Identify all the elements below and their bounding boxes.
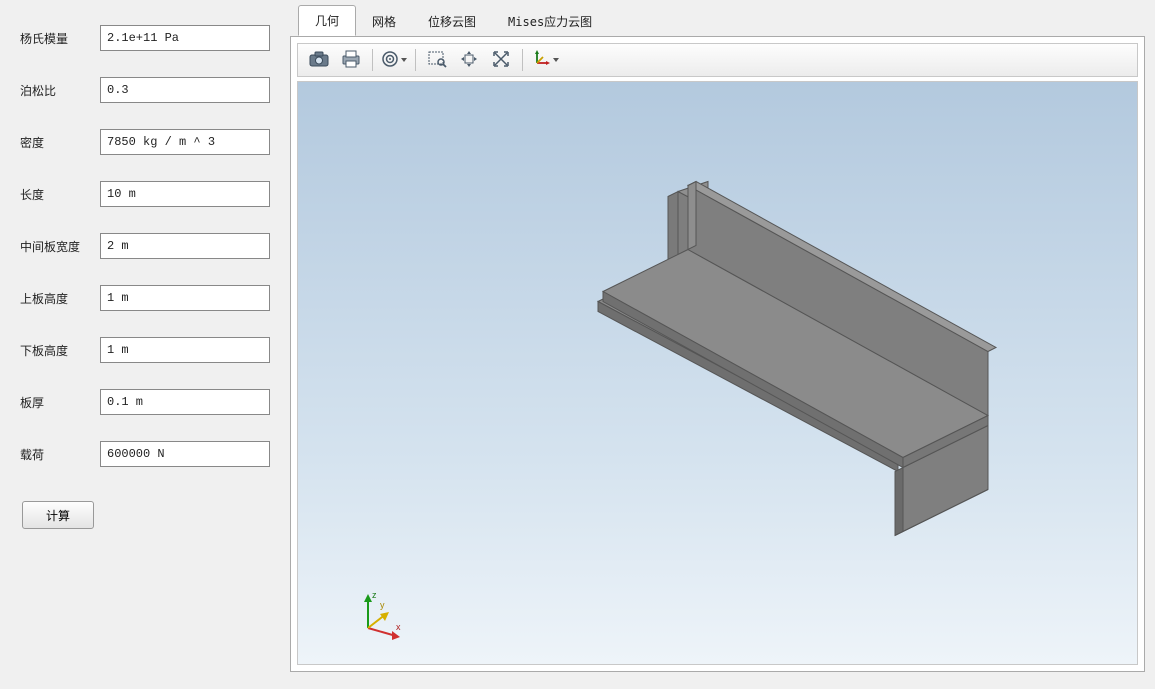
input-youngs-modulus[interactable] — [100, 25, 270, 51]
main-panel: 几何 网格 位移云图 Mises应力云图 — [290, 0, 1155, 689]
axis-x-label: x — [396, 622, 401, 632]
chevron-down-icon — [553, 58, 559, 62]
axes-dropdown[interactable] — [529, 47, 561, 73]
label-mid-plate-width: 中间板宽度 — [20, 238, 100, 255]
axis-triad: z x y — [348, 584, 398, 634]
input-load[interactable] — [100, 441, 270, 467]
snapshot-button[interactable] — [304, 47, 334, 73]
axis-z-label: z — [372, 590, 377, 600]
camera-icon — [309, 51, 329, 70]
tab-mises[interactable]: Mises应力云图 — [492, 7, 608, 36]
field-density: 密度 — [20, 129, 270, 155]
toolbar-separator — [372, 49, 373, 71]
tab-mesh[interactable]: 网格 — [356, 7, 412, 36]
zoom-window-button[interactable] — [422, 47, 452, 73]
toolbar-separator — [522, 49, 523, 71]
geometry-viewport[interactable]: z x y — [297, 81, 1138, 665]
reset-view-dropdown[interactable] — [379, 47, 409, 73]
label-top-plate-height: 上板高度 — [20, 290, 100, 307]
tabbar: 几何 网格 位移云图 Mises应力云图 — [290, 8, 1155, 36]
axes-icon — [531, 49, 551, 72]
label-density: 密度 — [20, 134, 100, 151]
z-beam-geometry — [438, 172, 998, 575]
pan-icon — [460, 50, 478, 71]
input-poisson-ratio[interactable] — [100, 77, 270, 103]
field-thickness: 板厚 — [20, 389, 270, 415]
viewport-frame: z x y — [290, 36, 1145, 672]
field-mid-plate-width: 中间板宽度 — [20, 233, 270, 259]
field-length: 长度 — [20, 181, 270, 207]
tab-displacement[interactable]: 位移云图 — [412, 7, 492, 36]
pan-button[interactable] — [454, 47, 484, 73]
print-button[interactable] — [336, 47, 366, 73]
chevron-down-icon — [401, 58, 407, 62]
axis-y-label: y — [380, 600, 385, 610]
label-load: 载荷 — [20, 446, 100, 463]
label-bottom-plate-height: 下板高度 — [20, 342, 100, 359]
field-load: 载荷 — [20, 441, 270, 467]
input-length[interactable] — [100, 181, 270, 207]
input-mid-plate-width[interactable] — [100, 233, 270, 259]
parameter-sidebar: 杨氏模量 泊松比 密度 长度 中间板宽度 上板高度 下板高度 板 — [0, 0, 290, 689]
zoom-window-icon — [427, 50, 447, 71]
toolbar-separator — [415, 49, 416, 71]
field-youngs-modulus: 杨氏模量 — [20, 25, 270, 51]
label-length: 长度 — [20, 186, 100, 203]
input-top-plate-height[interactable] — [100, 285, 270, 311]
field-bottom-plate-height: 下板高度 — [20, 337, 270, 363]
input-thickness[interactable] — [100, 389, 270, 415]
label-youngs-modulus: 杨氏模量 — [20, 30, 100, 47]
field-poisson-ratio: 泊松比 — [20, 77, 270, 103]
label-thickness: 板厚 — [20, 394, 100, 411]
target-icon — [381, 50, 399, 71]
tab-geometry[interactable]: 几何 — [298, 5, 356, 36]
input-density[interactable] — [100, 129, 270, 155]
field-top-plate-height: 上板高度 — [20, 285, 270, 311]
zoom-extents-icon — [492, 50, 510, 71]
zoom-extents-button[interactable] — [486, 47, 516, 73]
label-poisson-ratio: 泊松比 — [20, 82, 100, 99]
input-bottom-plate-height[interactable] — [100, 337, 270, 363]
print-icon — [341, 50, 361, 71]
viewport-toolbar — [297, 43, 1138, 77]
calculate-button[interactable]: 计算 — [22, 501, 94, 529]
